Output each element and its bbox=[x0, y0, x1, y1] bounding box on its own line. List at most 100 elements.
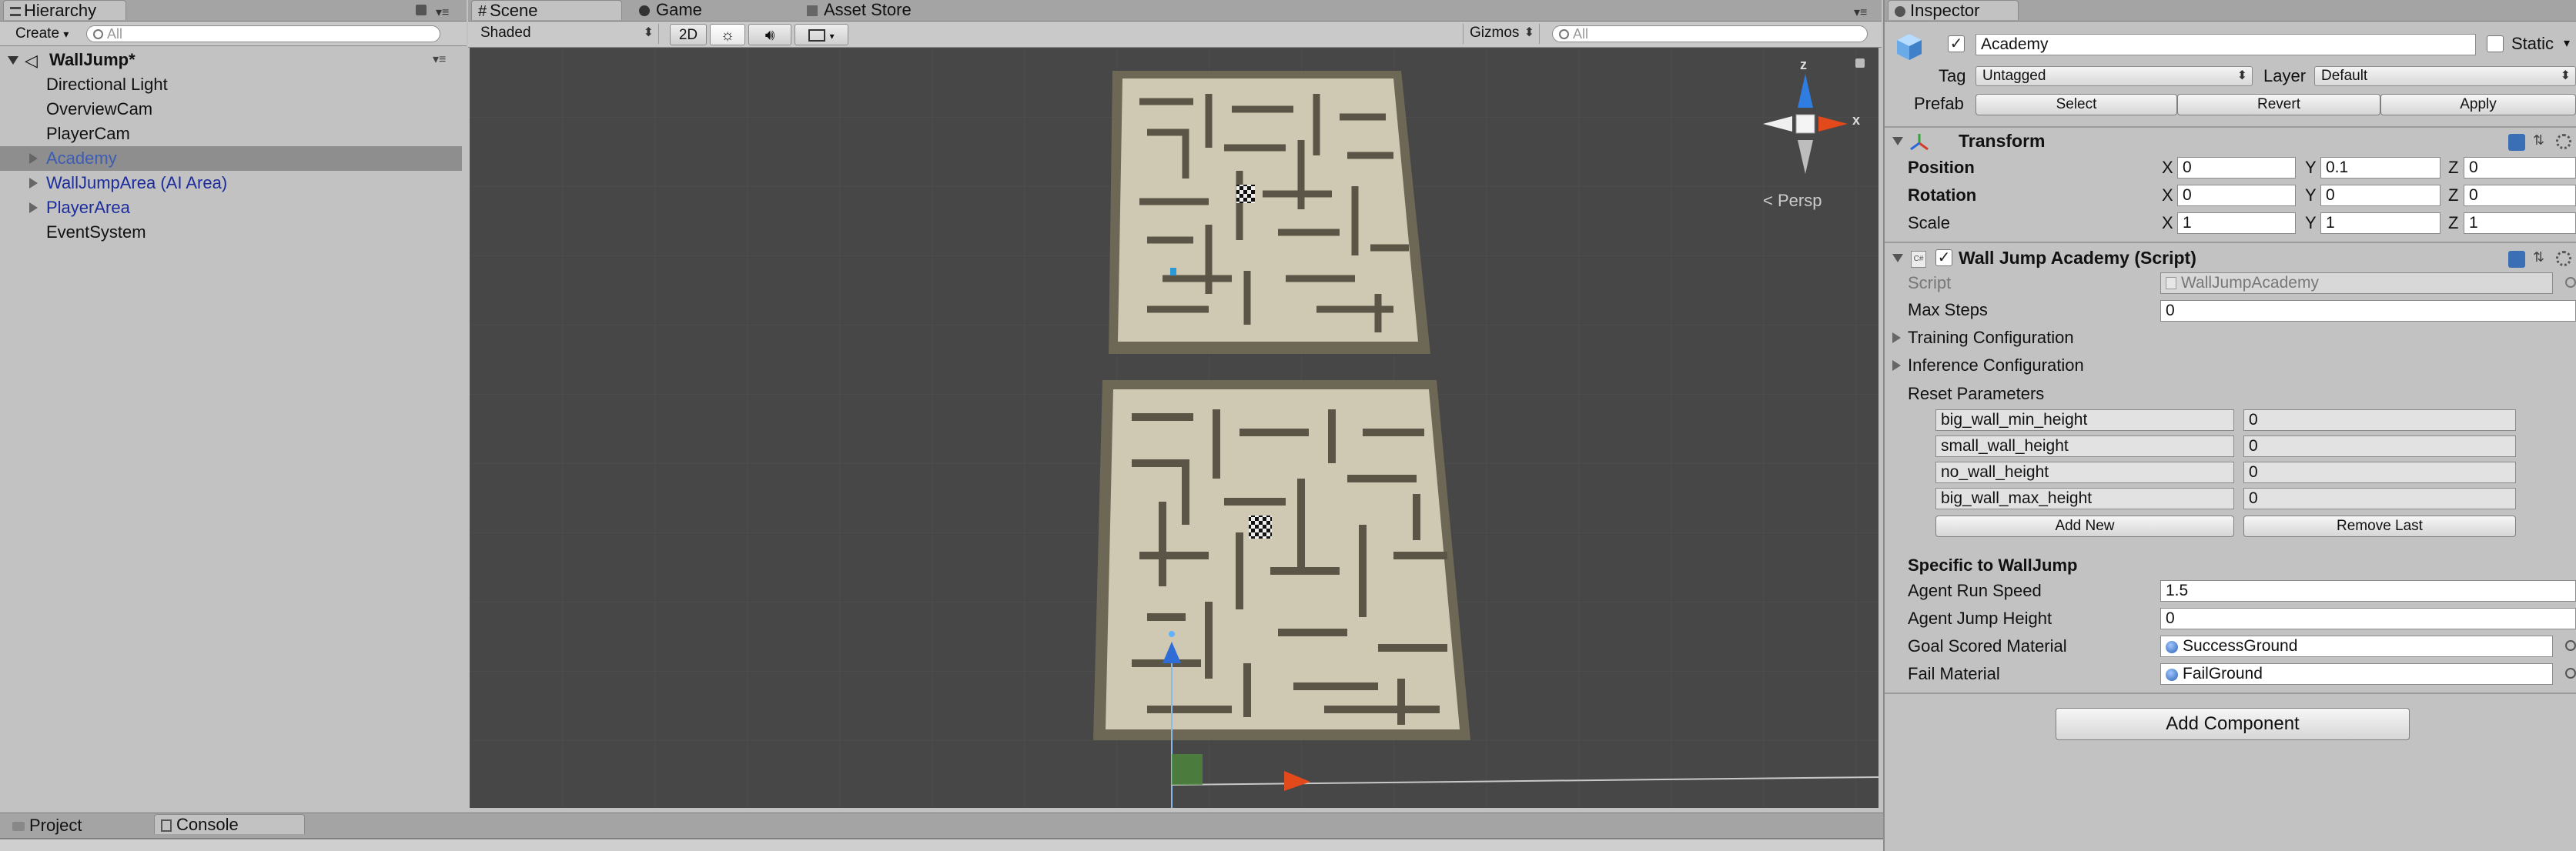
divider bbox=[1885, 692, 2576, 694]
gizmos-dropdown[interactable]: Gizmos bbox=[1463, 24, 1540, 44]
static-label: Static bbox=[2511, 34, 2554, 53]
component-enabled-checkbox[interactable]: ✓ bbox=[1935, 249, 1952, 266]
shading-mode-dropdown[interactable]: Shaded bbox=[474, 24, 659, 44]
static-checkbox[interactable] bbox=[2487, 35, 2504, 52]
agent-jump-height-input[interactable]: 0 bbox=[2160, 608, 2576, 629]
prefab-select-button[interactable]: Select bbox=[1975, 94, 2177, 115]
scene-orientation-gizmo[interactable]: z x bbox=[1748, 57, 1865, 182]
effects-toggle-button[interactable]: ▾ bbox=[795, 24, 848, 45]
object-name-input[interactable]: Academy bbox=[1975, 34, 2476, 55]
goal-material-field[interactable]: SuccessGround bbox=[2160, 636, 2553, 657]
reset-param-value[interactable]: 0 bbox=[2243, 436, 2516, 457]
expand-arrow-icon[interactable] bbox=[1892, 254, 1903, 262]
reset-param-key[interactable]: small_wall_height bbox=[1935, 436, 2234, 457]
script-component-header[interactable]: C# ✓ Wall Jump Academy (Script) ⇅ bbox=[1885, 245, 2576, 272]
expand-arrow-icon[interactable] bbox=[1892, 137, 1903, 145]
hierarchy-item[interactable]: PlayerCam bbox=[0, 122, 462, 146]
collapse-arrow-icon bbox=[1892, 332, 1901, 343]
tab-inspector[interactable]: Inspector bbox=[1888, 0, 2019, 20]
add-new-button[interactable]: Add New bbox=[1935, 516, 2234, 537]
position-y-input[interactable]: 0.1 bbox=[2320, 157, 2441, 179]
reset-param-value[interactable]: 0 bbox=[2243, 462, 2516, 483]
projection-label[interactable]: < Persp bbox=[1763, 191, 1822, 211]
scene-search-input[interactable]: All bbox=[1552, 25, 1868, 42]
rotation-y-input[interactable]: 0 bbox=[2320, 185, 2441, 206]
help-book-icon[interactable] bbox=[2508, 251, 2525, 268]
expand-arrow-icon[interactable] bbox=[29, 202, 38, 213]
preset-sliders-icon[interactable]: ⇅ bbox=[2533, 249, 2548, 265]
hierarchy-item[interactable]: Directional Light bbox=[0, 72, 462, 97]
tab-console[interactable]: Console bbox=[154, 814, 305, 834]
gizmo-z-label: z bbox=[1800, 57, 1807, 72]
preset-sliders-icon[interactable]: ⇅ bbox=[2533, 132, 2548, 148]
position-x-input[interactable]: 0 bbox=[2177, 157, 2296, 179]
add-component-button[interactable]: Add Component bbox=[2056, 708, 2410, 740]
transform-header[interactable]: Transform ⇅ bbox=[1885, 128, 2576, 155]
tab-asset-store[interactable]: Asset Store bbox=[801, 0, 985, 20]
scale-y-input[interactable]: 1 bbox=[2320, 212, 2441, 234]
scene-root-row[interactable]: ◁ WallJump* ▾≡ bbox=[0, 48, 462, 72]
scene-viewport[interactable]: z x < Persp bbox=[470, 48, 1878, 808]
lock-icon[interactable] bbox=[416, 5, 427, 15]
scene-name: WallJump* bbox=[49, 50, 135, 69]
reset-param-value[interactable]: 0 bbox=[2243, 488, 2516, 509]
hierarchy-item[interactable]: EventSystem bbox=[0, 220, 462, 245]
reset-param-key[interactable]: no_wall_height bbox=[1935, 462, 2234, 483]
scene-menu-icon[interactable]: ▾≡ bbox=[433, 48, 446, 72]
audio-toggle-button[interactable]: 🔊︎ bbox=[748, 24, 791, 45]
panel-menu-icon[interactable]: ▾≡ bbox=[436, 5, 449, 20]
fail-material-field[interactable]: FailGround bbox=[2160, 663, 2553, 685]
hierarchy-item[interactable]: OverviewCam bbox=[0, 97, 462, 122]
pacman-icon bbox=[639, 5, 650, 17]
tab-project[interactable]: Project bbox=[6, 816, 137, 836]
expand-arrow-icon[interactable] bbox=[29, 153, 38, 164]
expand-arrow-icon[interactable] bbox=[29, 178, 38, 189]
create-button[interactable]: Create ▾ bbox=[5, 23, 75, 45]
grid-icon: # bbox=[478, 3, 487, 20]
tab-game[interactable]: Game bbox=[633, 0, 787, 20]
tab-hierarchy[interactable]: Hierarchy bbox=[3, 0, 126, 20]
tab-scene[interactable]: # Scene bbox=[471, 0, 622, 20]
hierarchy-item-selected[interactable]: Academy bbox=[0, 146, 462, 171]
object-picker-icon[interactable] bbox=[2565, 668, 2576, 679]
position-z-input[interactable]: 0 bbox=[2464, 157, 2576, 179]
prefab-label: Prefab bbox=[1914, 94, 1964, 113]
lighting-toggle-button[interactable]: ☼ bbox=[710, 24, 745, 45]
inference-config-foldout[interactable]: Inference Configuration bbox=[1891, 354, 2353, 377]
layer-dropdown[interactable]: Default bbox=[2314, 66, 2576, 86]
gizmo-lock-icon[interactable] bbox=[1855, 58, 1865, 68]
chevron-down-icon[interactable]: ▾ bbox=[2564, 35, 2570, 51]
image-icon bbox=[808, 28, 826, 42]
axis-z-label: Z bbox=[2448, 158, 2459, 177]
max-steps-input[interactable]: 0 bbox=[2160, 300, 2576, 322]
reset-param-key[interactable]: big_wall_min_height bbox=[1935, 409, 2234, 431]
hierarchy-item-prefab[interactable]: WallJumpArea (AI Area) bbox=[0, 171, 462, 195]
help-book-icon[interactable] bbox=[2508, 134, 2525, 151]
training-config-foldout[interactable]: Training Configuration bbox=[1891, 326, 2353, 349]
reset-param-value[interactable]: 0 bbox=[2243, 409, 2516, 431]
gear-icon[interactable] bbox=[2556, 134, 2571, 149]
scale-x-input[interactable]: 1 bbox=[2177, 212, 2296, 234]
axis-x-label: X bbox=[2162, 158, 2173, 177]
toggle-2d-button[interactable]: 2D bbox=[670, 24, 707, 45]
object-picker-icon[interactable] bbox=[2565, 640, 2576, 651]
agent-run-speed-input[interactable]: 1.5 bbox=[2160, 580, 2576, 602]
rotation-x-input[interactable]: 0 bbox=[2177, 185, 2296, 206]
active-checkbox[interactable]: ✓ bbox=[1948, 35, 1965, 52]
axis-z-label: Z bbox=[2448, 185, 2459, 205]
prefab-apply-button[interactable]: Apply bbox=[2380, 94, 2576, 115]
reset-param-key[interactable]: big_wall_max_height bbox=[1935, 488, 2234, 509]
gear-icon[interactable] bbox=[2556, 251, 2571, 266]
object-picker-icon[interactable] bbox=[2565, 277, 2576, 288]
expand-arrow-icon[interactable] bbox=[8, 56, 18, 65]
prefab-revert-button[interactable]: Revert bbox=[2177, 94, 2380, 115]
hierarchy-item-prefab[interactable]: PlayerArea bbox=[0, 195, 462, 220]
transform-axis-icon bbox=[1909, 132, 1929, 152]
rotation-z-input[interactable]: 0 bbox=[2464, 185, 2576, 206]
axis-gizmo-icon bbox=[1763, 74, 1848, 174]
tag-dropdown[interactable]: Untagged bbox=[1975, 66, 2253, 86]
remove-last-button[interactable]: Remove Last bbox=[2243, 516, 2516, 537]
hierarchy-search-input[interactable]: All bbox=[86, 25, 440, 42]
scale-z-input[interactable]: 1 bbox=[2464, 212, 2576, 234]
panel-menu-icon[interactable]: ▾≡ bbox=[1854, 5, 1867, 20]
